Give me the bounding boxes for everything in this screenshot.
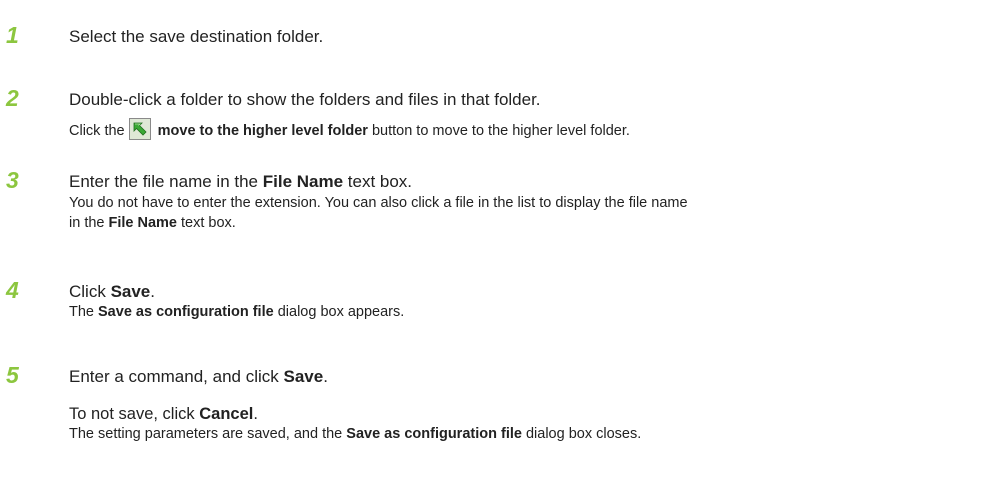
note-text: text box. bbox=[177, 215, 236, 231]
step-note: The Save as configuration file dialog bo… bbox=[69, 303, 989, 322]
note-text: button to move to the higher level folde… bbox=[371, 123, 630, 139]
instruction-text: To not save, click bbox=[69, 405, 200, 423]
instruction-text: . bbox=[253, 405, 258, 423]
note-text: The setting parameters are saved, and th… bbox=[69, 426, 347, 442]
field-name: File Name bbox=[262, 172, 344, 191]
step-instruction: Enter the file name in the File Name tex… bbox=[69, 171, 412, 192]
instruction-text: Enter a command, and click bbox=[69, 367, 284, 386]
step-instruction: Click Save. bbox=[69, 281, 155, 302]
instruction-text: Click bbox=[69, 282, 111, 301]
field-name: File Name bbox=[108, 215, 178, 231]
button-name: Cancel bbox=[199, 405, 254, 423]
step-instruction: Select the save destination folder. bbox=[69, 27, 324, 46]
step-note: Click the move to the higher level folde… bbox=[69, 118, 989, 141]
step-note-line-1: You do not have to enter the extension. … bbox=[69, 195, 688, 211]
note-text: in the bbox=[69, 215, 109, 231]
step-number: 2 bbox=[6, 85, 19, 111]
note-text: dialog box appears. bbox=[273, 304, 405, 320]
step-note: The setting parameters are saved, and th… bbox=[69, 425, 989, 444]
step-instruction-alt: To not save, click Cancel. bbox=[69, 404, 258, 425]
button-name: move to the higher level folder bbox=[157, 123, 368, 139]
step-instruction: Double-click a folder to show the folder… bbox=[69, 90, 541, 109]
instruction-text: . bbox=[150, 282, 155, 301]
step-number: 3 bbox=[6, 167, 19, 193]
instruction-text: text box. bbox=[343, 172, 413, 191]
step-note-line-2: in the File Name text box. bbox=[69, 214, 989, 233]
instruction-text: . bbox=[323, 367, 328, 386]
dialog-name: Save as configuration file bbox=[346, 426, 522, 442]
up-arrow-folder-icon bbox=[128, 118, 151, 140]
note-text: dialog box closes. bbox=[521, 426, 642, 442]
step-number: 1 bbox=[6, 22, 19, 48]
note-text: The bbox=[69, 304, 99, 320]
dialog-name: Save as configuration file bbox=[98, 304, 274, 320]
step-instruction: Enter a command, and click Save. bbox=[69, 366, 328, 387]
note-text: Click the bbox=[69, 123, 125, 139]
step-number: 5 bbox=[6, 362, 19, 388]
instruction-text: Enter the file name in the bbox=[69, 172, 263, 191]
step-number: 4 bbox=[6, 277, 19, 303]
button-name: Save bbox=[283, 367, 324, 386]
button-name: Save bbox=[110, 282, 151, 301]
